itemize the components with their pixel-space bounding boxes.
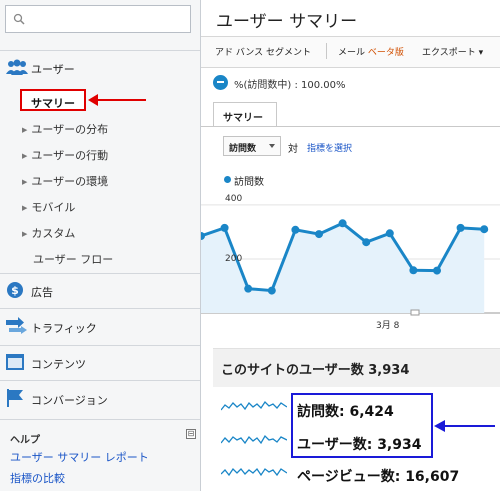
nav-users[interactable]: ユーザー: [0, 50, 200, 85]
collapse-icon[interactable]: ⊟: [186, 429, 196, 439]
dollar-icon: $: [7, 282, 23, 298]
search-icon: [13, 13, 25, 25]
search-input[interactable]: [5, 5, 191, 33]
data-point[interactable]: [480, 225, 489, 234]
nav-ads[interactable]: $ 広告: [0, 273, 200, 308]
email-label: メール: [338, 48, 366, 58]
nav-conversion[interactable]: コンバージョン: [0, 380, 200, 417]
content-icon: [6, 354, 24, 370]
expand-triangle-icon: ▶: [22, 178, 28, 186]
export-label: エクスポート: [422, 48, 476, 58]
nav-users-label: ユーザー: [31, 63, 75, 76]
users-icon: [6, 59, 28, 75]
sidebar-item-mobile[interactable]: ▶ モバイル: [22, 199, 75, 215]
red-arrow-annotation: [88, 94, 146, 106]
export-button[interactable]: エクスポート ▾: [422, 45, 483, 58]
series-area: [201, 223, 485, 313]
expand-triangle-icon: ▶: [22, 204, 28, 212]
stat-pageviews[interactable]: ページビュー数: 16,607: [297, 466, 459, 486]
sparkline-users: [221, 434, 287, 445]
sparkline-pageviews: [221, 467, 287, 477]
expand-triangle-icon: ▶: [22, 126, 28, 134]
data-point[interactable]: [267, 286, 276, 295]
sidebar-item-label: ユーザーの環境: [31, 175, 109, 188]
sidebar-item-user-flow[interactable]: ユーザー フロー: [33, 251, 113, 267]
chevron-down-icon: ▾: [478, 48, 484, 58]
select-metric-link[interactable]: 指標を選択: [307, 141, 352, 154]
advanced-segment-button[interactable]: アド バンス セグメント: [215, 45, 311, 58]
segment-percentage: %(訪問数中) : 100.00%: [234, 80, 346, 91]
sidebar-item-technology[interactable]: ▶ ユーザーの環境: [22, 173, 108, 189]
y-tick-label: 400: [225, 194, 243, 204]
tab-summary-label: サマリー: [223, 113, 263, 124]
section-title: このサイトのユーザー数 3,934: [221, 363, 410, 378]
data-point[interactable]: [338, 219, 347, 228]
visits-line-chart: [201, 204, 500, 316]
data-point[interactable]: [362, 238, 371, 247]
email-button[interactable]: メール ベータ版: [338, 45, 404, 58]
tab-divider: [201, 126, 500, 127]
sidebar: ユーザー サマリー ▶ ユーザーの分布 ▶ ユーザーの行動 ▶ ユーザーの環境 ▶ モバ…: [0, 0, 201, 491]
data-point[interactable]: [291, 225, 300, 234]
chevron-down-icon: [269, 144, 275, 148]
data-point[interactable]: [244, 284, 253, 293]
segment-pie-icon: [213, 75, 228, 90]
toolbar-divider: [326, 43, 327, 59]
traffic-arrows-icon: [6, 317, 27, 334]
data-point[interactable]: [220, 223, 229, 232]
sparkline-visits: [221, 400, 287, 411]
sidebar-item-summary-label: サマリー: [31, 97, 75, 110]
nav-traffic-label: トラフィック: [31, 322, 97, 335]
beta-badge: ベータ版: [367, 48, 404, 58]
nav-ads-label: 広告: [31, 286, 53, 299]
y-tick-label: 200: [225, 254, 243, 264]
data-point[interactable]: [315, 230, 323, 239]
page-title: ユーザー サマリー: [216, 12, 358, 32]
svg-text:$: $: [11, 284, 19, 297]
blue-highlight-box: [291, 393, 433, 458]
sidebar-item-custom[interactable]: ▶ カスタム: [22, 225, 75, 241]
metric-dropdown-value: 訪問数: [229, 144, 257, 154]
nav-content[interactable]: コンテンツ: [0, 345, 200, 380]
nav-traffic[interactable]: トラフィック: [0, 308, 200, 345]
nav-content-label: コンテンツ: [31, 358, 86, 371]
expand-triangle-icon: ▶: [22, 230, 28, 238]
tab-summary[interactable]: サマリー: [213, 102, 277, 127]
sidebar-item-label: カスタム: [31, 227, 76, 240]
sidebar-item-label: モバイル: [31, 201, 76, 214]
sidebar-item-label: ユーザーの行動: [31, 149, 109, 162]
expand-triangle-icon: ▶: [22, 152, 28, 160]
sidebar-item-summary[interactable]: サマリー: [20, 89, 86, 111]
help-link-compare-metrics[interactable]: 指標の比較: [10, 470, 65, 486]
section-header: このサイトのユーザー数 3,934: [213, 348, 500, 387]
data-point[interactable]: [385, 229, 394, 238]
x-tick-marker: [410, 309, 420, 316]
sidebar-item-behavior[interactable]: ▶ ユーザーの行動: [22, 147, 108, 163]
nav-conversion-label: コンバージョン: [31, 394, 108, 407]
versus-label: 対: [288, 144, 298, 155]
data-point[interactable]: [409, 266, 418, 275]
help-divider: [0, 419, 200, 420]
data-point[interactable]: [456, 223, 465, 232]
data-point[interactable]: [433, 266, 441, 275]
flag-icon: [7, 389, 23, 407]
metric-dropdown[interactable]: 訪問数: [223, 136, 281, 156]
help-link-user-summary[interactable]: ユーザー サマリー レポート: [10, 449, 149, 465]
sidebar-item-geo[interactable]: ▶ ユーザーの分布: [22, 121, 108, 137]
legend-marker: [224, 176, 231, 183]
help-title: ヘルプ: [10, 435, 40, 446]
x-tick-label: 3月 8: [376, 321, 400, 331]
toolbar: アド バンス セグメント メール ベータ版 エクスポート ▾: [201, 36, 500, 68]
blue-arrow-annotation: [434, 420, 495, 432]
sidebar-item-label: ユーザーの分布: [31, 123, 109, 136]
